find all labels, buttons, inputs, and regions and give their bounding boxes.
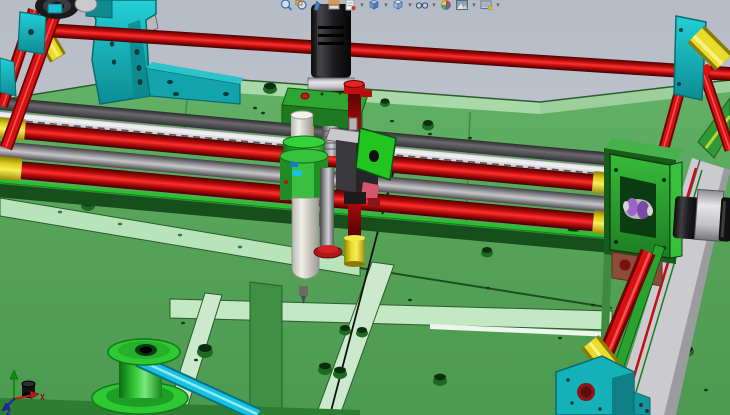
- dropdown-arrow[interactable]: ▾: [383, 1, 389, 9]
- annotation-views-icon[interactable]: [343, 0, 357, 11]
- dropdown-arrow[interactable]: ▾: [495, 1, 501, 9]
- dropdown-arrow[interactable]: ▾: [471, 1, 477, 9]
- graphics-area[interactable]: X Z ▾ ▾ ▾ ▾: [0, 0, 730, 415]
- zoom-to-area-icon[interactable]: [295, 0, 309, 11]
- previous-view-icon[interactable]: [311, 0, 325, 11]
- triad-z-label: Z: [6, 408, 11, 415]
- cad-scene: X Z: [0, 0, 730, 415]
- shaft-coupling[interactable]: [75, 0, 97, 12]
- section-view-icon[interactable]: [327, 0, 341, 11]
- yellow-sleeve: [344, 238, 365, 264]
- dropdown-arrow[interactable]: ▾: [407, 1, 413, 9]
- filter-bowl: [292, 198, 319, 279]
- edit-appearance-icon[interactable]: [439, 0, 453, 11]
- heads-up-toolbar: ▾ ▾ ▾ ▾ ▾ ▾: [279, 0, 501, 12]
- rod-cap-left-lower: [0, 156, 23, 181]
- zoom-to-fit-icon[interactable]: [279, 0, 293, 11]
- hide-show-items-icon[interactable]: [415, 0, 429, 11]
- display-style-icon[interactable]: [391, 0, 405, 11]
- apply-scene-icon[interactable]: [455, 0, 469, 11]
- cyan-fitting[interactable]: [48, 4, 62, 13]
- view-settings-icon[interactable]: [479, 0, 493, 11]
- small-teal-block-left-edge[interactable]: [0, 58, 16, 96]
- triad-x-label: X: [40, 393, 45, 402]
- view-orientation-icon[interactable]: [367, 0, 381, 11]
- dropdown-arrow[interactable]: ▾: [431, 1, 437, 9]
- dropdown-arrow[interactable]: ▾: [359, 1, 365, 9]
